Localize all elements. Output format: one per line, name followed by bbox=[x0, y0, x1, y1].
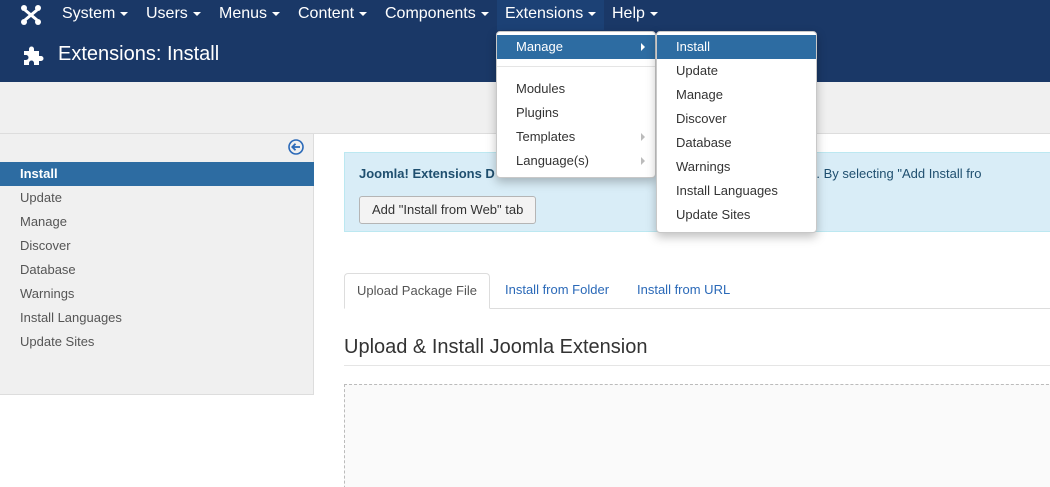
install-tabs: Upload Package File Install from Folder … bbox=[344, 273, 1050, 309]
submenu-item-discover[interactable]: Discover bbox=[657, 107, 816, 131]
submenu-item-database[interactable]: Database bbox=[657, 131, 816, 155]
page-title: Extensions: Install bbox=[58, 43, 220, 65]
sidebar-menu: Install Update Manage Discover Database … bbox=[0, 162, 314, 354]
menu-item-templates[interactable]: Templates bbox=[497, 125, 655, 149]
submenu-item-warnings[interactable]: Warnings bbox=[657, 155, 816, 179]
caret-down-icon bbox=[359, 11, 368, 16]
upload-dropzone[interactable] bbox=[344, 384, 1050, 487]
menu-item-modules[interactable]: Modules bbox=[497, 77, 655, 101]
menu-item-plugins[interactable]: Plugins bbox=[497, 101, 655, 125]
sidebar: Install Update Manage Discover Database … bbox=[0, 134, 314, 395]
nav-content[interactable]: Content bbox=[290, 0, 375, 30]
nav-help[interactable]: Help bbox=[604, 0, 666, 30]
submenu-item-update[interactable]: Update bbox=[657, 59, 816, 83]
nav-system[interactable]: System bbox=[54, 0, 136, 30]
menu-item-manage[interactable]: Manage bbox=[497, 35, 655, 59]
caret-down-icon bbox=[192, 11, 201, 16]
caret-right-icon bbox=[641, 133, 645, 141]
top-navbar: System Users Menus Content Components Ex… bbox=[0, 0, 1050, 30]
caret-down-icon bbox=[588, 11, 597, 16]
sidebar-item-discover[interactable]: Discover bbox=[0, 234, 314, 258]
menu-item-languages[interactable]: Language(s) bbox=[497, 149, 655, 173]
sidebar-item-warnings[interactable]: Warnings bbox=[0, 282, 314, 306]
sidebar-item-install[interactable]: Install bbox=[0, 162, 314, 186]
sidebar-item-manage[interactable]: Manage bbox=[0, 210, 314, 234]
tab-upload-package-file[interactable]: Upload Package File bbox=[344, 273, 490, 309]
submenu-item-update-sites[interactable]: Update Sites bbox=[657, 203, 816, 227]
divider bbox=[344, 365, 1050, 366]
submenu-item-install[interactable]: Install bbox=[657, 35, 816, 59]
extensions-dropdown: Manage Modules Plugins Templates Languag… bbox=[496, 31, 656, 178]
nav-users[interactable]: Users bbox=[138, 0, 209, 30]
menu-divider bbox=[497, 66, 655, 67]
nav-menus[interactable]: Menus bbox=[211, 0, 288, 30]
joomla-logo-icon[interactable] bbox=[20, 4, 42, 26]
section-title: Upload & Install Joomla Extension bbox=[344, 336, 648, 358]
add-install-from-web-button[interactable]: Add "Install from Web" tab bbox=[359, 196, 537, 224]
nav-components[interactable]: Components bbox=[377, 0, 497, 30]
caret-down-icon bbox=[649, 11, 658, 16]
puzzle-icon bbox=[24, 46, 44, 65]
sidebar-item-database[interactable]: Database bbox=[0, 258, 314, 282]
caret-right-icon bbox=[641, 157, 645, 165]
alert-text-bold: Joomla! Extensions D bbox=[359, 166, 495, 181]
sidebar-item-install-languages[interactable]: Install Languages bbox=[0, 306, 314, 330]
sidebar-item-update[interactable]: Update bbox=[0, 186, 314, 210]
caret-down-icon bbox=[480, 11, 489, 16]
caret-down-icon bbox=[120, 11, 129, 16]
sidebar-item-update-sites[interactable]: Update Sites bbox=[0, 330, 314, 354]
submenu-item-install-languages[interactable]: Install Languages bbox=[657, 179, 816, 203]
manage-submenu: Install Update Manage Discover Database … bbox=[656, 31, 817, 233]
tab-install-from-url[interactable]: Install from URL bbox=[625, 273, 742, 309]
nav-extensions[interactable]: Extensions bbox=[497, 0, 605, 30]
circle-arrow-left-icon[interactable] bbox=[288, 139, 304, 155]
submenu-item-manage[interactable]: Manage bbox=[657, 83, 816, 107]
tab-install-from-folder[interactable]: Install from Folder bbox=[493, 273, 621, 309]
caret-down-icon bbox=[272, 11, 281, 16]
caret-right-icon bbox=[641, 43, 645, 51]
